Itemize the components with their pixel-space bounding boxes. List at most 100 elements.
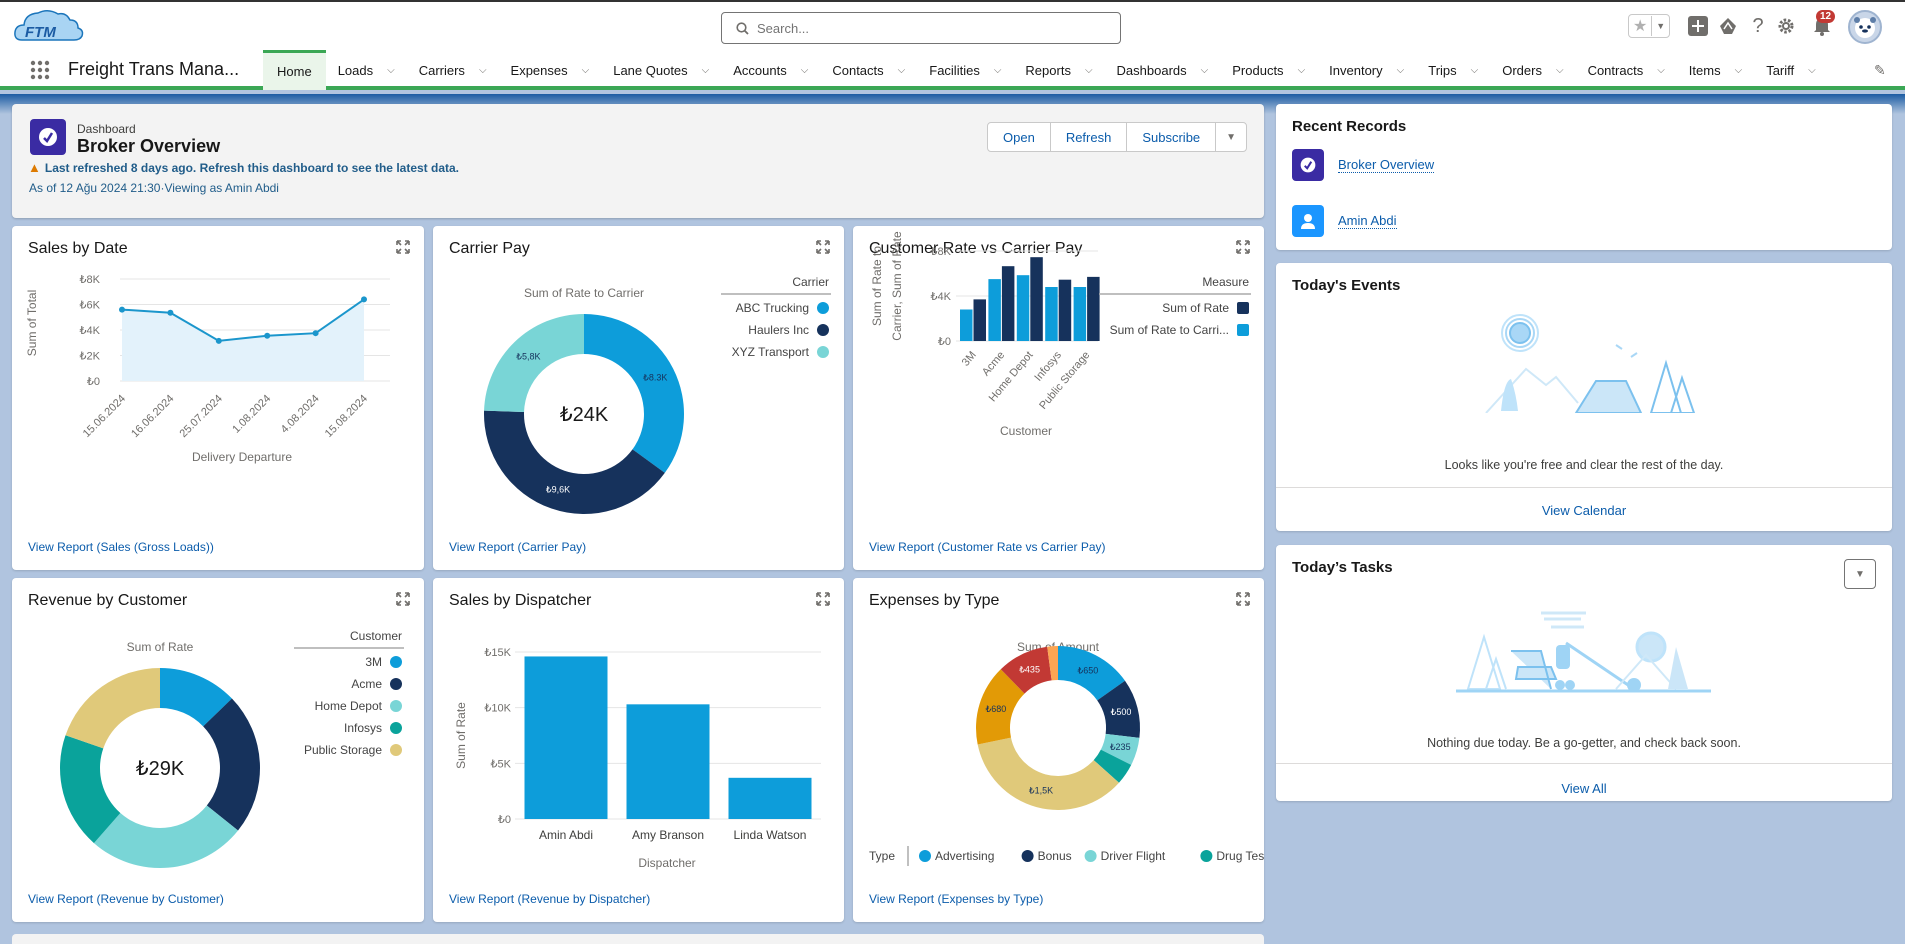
bar-acme[interactable] xyxy=(988,279,1001,341)
recent-record-item[interactable]: Amin Abdi xyxy=(1292,205,1397,237)
favorites-list-chevron-icon[interactable]: ▼ xyxy=(1652,21,1669,31)
donut-slice-haulers-inc[interactable] xyxy=(484,410,665,514)
nav-tab-accounts[interactable]: Accounts ⌵ xyxy=(721,50,820,90)
setup-button[interactable] xyxy=(1774,14,1798,38)
data-point[interactable] xyxy=(312,330,319,337)
nav-tab-trips[interactable]: Trips ⌵ xyxy=(1416,50,1490,90)
nav-tab-label: Home xyxy=(277,64,312,79)
bar-amin-abdi[interactable] xyxy=(524,656,608,819)
app-launcher-button[interactable] xyxy=(30,60,50,80)
bar-public-storage[interactable] xyxy=(1087,276,1100,341)
search-placeholder: Search... xyxy=(757,20,810,36)
slice-data-label: ₺235 xyxy=(1110,742,1131,752)
expand-icon[interactable] xyxy=(396,240,410,254)
favorites-star-icon[interactable]: ★ xyxy=(1629,16,1653,36)
nav-tab-items[interactable]: Items ⌵ xyxy=(1677,50,1754,90)
trailhead-button[interactable] xyxy=(1716,14,1740,38)
chevron-down-icon[interactable]: ⌵ xyxy=(1397,65,1405,76)
chevron-down-icon[interactable]: ⌵ xyxy=(1808,65,1816,76)
x-tick-label: 25.07.2024 xyxy=(178,393,225,440)
recent-record-link[interactable]: Broker Overview xyxy=(1338,157,1435,173)
edit-nav-pencil-icon[interactable]: ✎ xyxy=(1874,62,1886,79)
chevron-down-icon[interactable]: ⌵ xyxy=(1735,65,1743,76)
bar-acme[interactable] xyxy=(1001,266,1015,341)
data-point[interactable] xyxy=(119,306,125,313)
view-all-tasks-link[interactable]: View All xyxy=(1276,781,1892,796)
nav-tab-carriers[interactable]: Carriers ⌵ xyxy=(407,50,499,90)
nav-tab-loads[interactable]: Loads ⌵ xyxy=(326,50,407,90)
data-point[interactable] xyxy=(361,296,367,303)
legend-label: Advertising xyxy=(935,849,994,863)
todays-events-card: Today's Events Looks like you're free an… xyxy=(1276,263,1892,531)
chevron-down-icon[interactable]: ⌵ xyxy=(387,65,395,76)
user-avatar[interactable] xyxy=(1848,10,1882,44)
x-tick-label: 15.06.2024 xyxy=(81,393,128,440)
data-point[interactable] xyxy=(264,332,271,339)
nav-tab-expenses[interactable]: Expenses ⌵ xyxy=(499,50,602,90)
bar-linda-watson[interactable] xyxy=(728,777,812,819)
bar-home-depot[interactable] xyxy=(1030,257,1043,341)
bar-public-storage[interactable] xyxy=(1073,287,1087,341)
view-calendar-link[interactable]: View Calendar xyxy=(1276,503,1892,518)
legend-swatch xyxy=(1021,850,1034,862)
tasks-menu-chevron-icon[interactable]: ▼ xyxy=(1844,559,1876,589)
recent-record-link[interactable]: Amin Abdi xyxy=(1338,213,1397,229)
help-icon[interactable]: ? xyxy=(1746,14,1770,38)
bar-infosys[interactable] xyxy=(1045,287,1058,341)
nav-tab-home[interactable]: Home xyxy=(263,50,326,90)
chevron-down-icon[interactable]: ⌵ xyxy=(1298,65,1306,76)
data-point[interactable] xyxy=(167,309,174,316)
chevron-down-icon[interactable]: ⌵ xyxy=(1471,65,1479,76)
nav-tab-contracts[interactable]: Contracts ⌵ xyxy=(1576,50,1677,90)
x-tick-label: 1.08.2024 xyxy=(230,393,273,436)
y-tick-label: ₺0 xyxy=(87,376,100,388)
nav-tab-label: Carriers xyxy=(418,62,465,78)
donut-slice-abc-trucking[interactable] xyxy=(584,314,684,473)
view-report-link[interactable]: View Report (Expenses by Type) xyxy=(869,892,1043,906)
donut-slice[interactable] xyxy=(977,737,1119,810)
nav-tab-label: Lane Quotes xyxy=(613,62,688,78)
x-axis-label: Customer xyxy=(1000,424,1052,438)
chevron-down-icon[interactable]: ⌵ xyxy=(479,65,487,76)
legend-swatch xyxy=(390,700,402,712)
todays-tasks-title: Today’s Tasks xyxy=(1292,559,1393,576)
x-tick-label: Amy Branson xyxy=(632,828,704,842)
nav-tab-label: Inventory xyxy=(1329,62,1383,78)
recent-record-item[interactable]: Broker Overview xyxy=(1292,149,1435,181)
bar-amy-branson[interactable] xyxy=(626,704,710,819)
chevron-down-icon[interactable]: ⌵ xyxy=(1085,65,1093,76)
data-point[interactable] xyxy=(215,337,222,344)
nav-tab-lane-quotes[interactable]: Lane Quotes ⌵ xyxy=(601,50,721,90)
chevron-down-icon[interactable]: ⌵ xyxy=(801,65,809,76)
view-report-link[interactable]: View Report (Revenue by Customer) xyxy=(28,892,224,906)
chevron-down-icon[interactable]: ⌵ xyxy=(994,65,1002,76)
chevron-down-icon[interactable]: ⌵ xyxy=(702,65,710,76)
chevron-down-icon[interactable]: ⌵ xyxy=(1657,65,1665,76)
favorites-button[interactable]: ★ ▼ xyxy=(1628,14,1670,38)
nav-tab-orders[interactable]: Orders ⌵ xyxy=(1490,50,1575,90)
chevron-down-icon[interactable]: ⌵ xyxy=(898,65,906,76)
global-search-input[interactable]: Search... xyxy=(721,12,1121,44)
bar-home-depot[interactable] xyxy=(1016,275,1030,341)
donut-slice-public-storage[interactable] xyxy=(65,668,160,749)
nav-tab-tariff[interactable]: Tariff ⌵ xyxy=(1754,50,1828,90)
bar-3m[interactable] xyxy=(960,309,973,342)
chevron-down-icon[interactable]: ⌵ xyxy=(1556,65,1564,76)
view-report-link[interactable]: View Report (Customer Rate vs Carrier Pa… xyxy=(869,540,1106,554)
recent-records-title: Recent Records xyxy=(1292,118,1407,135)
donut-slice-xyz-transport[interactable] xyxy=(484,314,584,413)
view-report-link[interactable]: View Report (Revenue by Dispatcher) xyxy=(449,892,650,906)
svg-text:FTM: FTM xyxy=(25,24,56,41)
ftm-logo[interactable]: FTM xyxy=(12,6,88,50)
bar-3m[interactable] xyxy=(973,299,987,341)
y-tick-label: ₺4K xyxy=(80,325,101,337)
legend-swatch xyxy=(390,722,402,734)
view-report-link[interactable]: View Report (Carrier Pay) xyxy=(449,540,586,554)
nav-tab-inventory[interactable]: Inventory ⌵ xyxy=(1317,50,1416,90)
bar-infosys[interactable] xyxy=(1058,279,1072,341)
global-header: FTM Search... ★ ▼ ? 12 xyxy=(0,0,1905,50)
chevron-down-icon[interactable]: ⌵ xyxy=(582,65,590,76)
global-actions-button[interactable] xyxy=(1686,14,1710,38)
nav-tab-label: Expenses xyxy=(510,62,568,78)
chevron-down-icon[interactable]: ⌵ xyxy=(1201,65,1209,76)
